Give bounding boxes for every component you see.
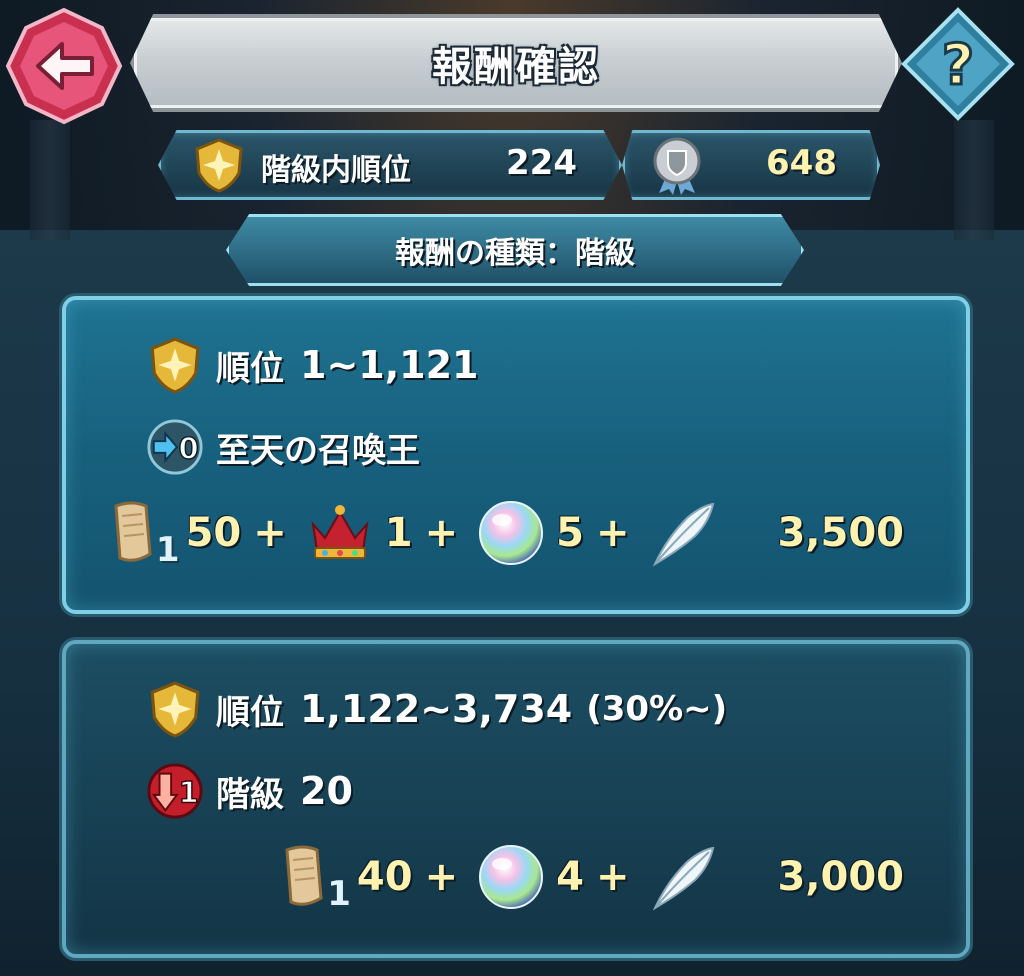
scroll-badge: 1 xyxy=(327,874,351,914)
plus-sign: + xyxy=(424,854,459,900)
reward-list: 1 50 + 1 + 5 + 3,500 xyxy=(88,498,904,570)
reward-type-label: 報酬の種類：階級 xyxy=(395,236,635,271)
scroll-icon: 1 xyxy=(277,842,351,914)
points-pill: 648 xyxy=(622,130,880,200)
reward-item: 1 40 + xyxy=(277,842,459,914)
orb-icon xyxy=(476,842,546,912)
plus-sign: + xyxy=(595,854,630,900)
page-title: 報酬確認 xyxy=(432,44,600,90)
rank-label: 階級内順位 xyxy=(261,153,411,188)
title-bar: 報酬確認 xyxy=(130,14,902,112)
feather-icon xyxy=(647,842,717,912)
tier-label: 階級 xyxy=(216,774,284,815)
tier-status-row: 1 階級 20 xyxy=(146,762,353,820)
background-pillar xyxy=(954,120,994,240)
rank-range-note: (30%~) xyxy=(586,689,728,729)
reward-amount: 4 xyxy=(556,854,584,900)
rank-value: 224 xyxy=(506,143,577,183)
silver-medal-icon xyxy=(653,137,701,195)
reward-list: 1 40 + 4 + 3,000 xyxy=(259,842,904,914)
rank-range-label: 順位 xyxy=(216,348,284,389)
orb-icon xyxy=(476,498,546,568)
reward-item: 1 50 + xyxy=(106,498,287,570)
gold-rank-shield-icon xyxy=(195,138,243,193)
reward-amount: 3,500 xyxy=(777,510,904,556)
tier-status-row: 0 至天の召喚王 xyxy=(146,418,436,476)
plus-sign: + xyxy=(253,510,287,556)
gold-rank-shield-icon xyxy=(150,681,200,738)
reward-amount: 50 xyxy=(185,510,242,556)
rank-pill: 階級内順位 224 xyxy=(158,130,622,200)
svg-text:?: ? xyxy=(942,33,974,98)
rank-range-label: 順位 xyxy=(216,692,284,733)
tier-hold-icon: 0 xyxy=(147,419,203,475)
reward-amount: 1 xyxy=(384,510,413,556)
reward-amount: 3,000 xyxy=(777,854,904,900)
back-button[interactable] xyxy=(4,6,124,126)
reward-panel: 順位 1,122~3,734 (30%~) 1 階級 20 1 40 + 4 +… xyxy=(62,640,970,958)
plus-sign: + xyxy=(424,510,459,556)
reward-type-bar: 報酬の種類：階級 xyxy=(226,214,804,286)
tier-change-badge: 1 xyxy=(178,776,198,810)
tier-change-badge: 0 xyxy=(178,432,198,466)
reward-panel: 順位 1~1,121 0 至天の召喚王 1 50 + 1 + 5 + 3,500 xyxy=(62,296,970,614)
scroll-badge: 1 xyxy=(155,530,180,570)
tier-name: 至天の召喚王 xyxy=(216,430,420,471)
crown-icon xyxy=(305,498,375,568)
feather-icon xyxy=(647,498,717,568)
reward-item: 3,000 xyxy=(647,842,904,912)
rank-range-row: 順位 1~1,121 xyxy=(146,336,478,394)
rank-range-row: 順位 1,122~3,734 (30%~) xyxy=(146,680,727,738)
points-value: 648 xyxy=(766,143,837,183)
reward-amount: 5 xyxy=(556,510,584,556)
scroll-icon: 1 xyxy=(106,498,180,570)
reward-item: 5 + xyxy=(476,498,629,568)
reward-item: 4 + xyxy=(476,842,629,912)
tier-value: 20 xyxy=(300,769,353,813)
reward-item: 3,500 xyxy=(647,498,904,568)
tier-down-icon: 1 xyxy=(147,763,203,819)
question-icon: ? xyxy=(901,7,1015,121)
background-pillar xyxy=(30,120,70,240)
plus-sign: + xyxy=(595,510,630,556)
reward-item: 1 + xyxy=(305,498,458,568)
reward-amount: 40 xyxy=(356,854,413,900)
back-arrow-icon xyxy=(5,7,123,125)
gold-rank-shield-icon xyxy=(150,337,200,394)
rank-range-value: 1,122~3,734 xyxy=(300,687,573,731)
rank-range-value: 1~1,121 xyxy=(300,343,479,387)
help-button[interactable]: ? xyxy=(900,6,1016,122)
